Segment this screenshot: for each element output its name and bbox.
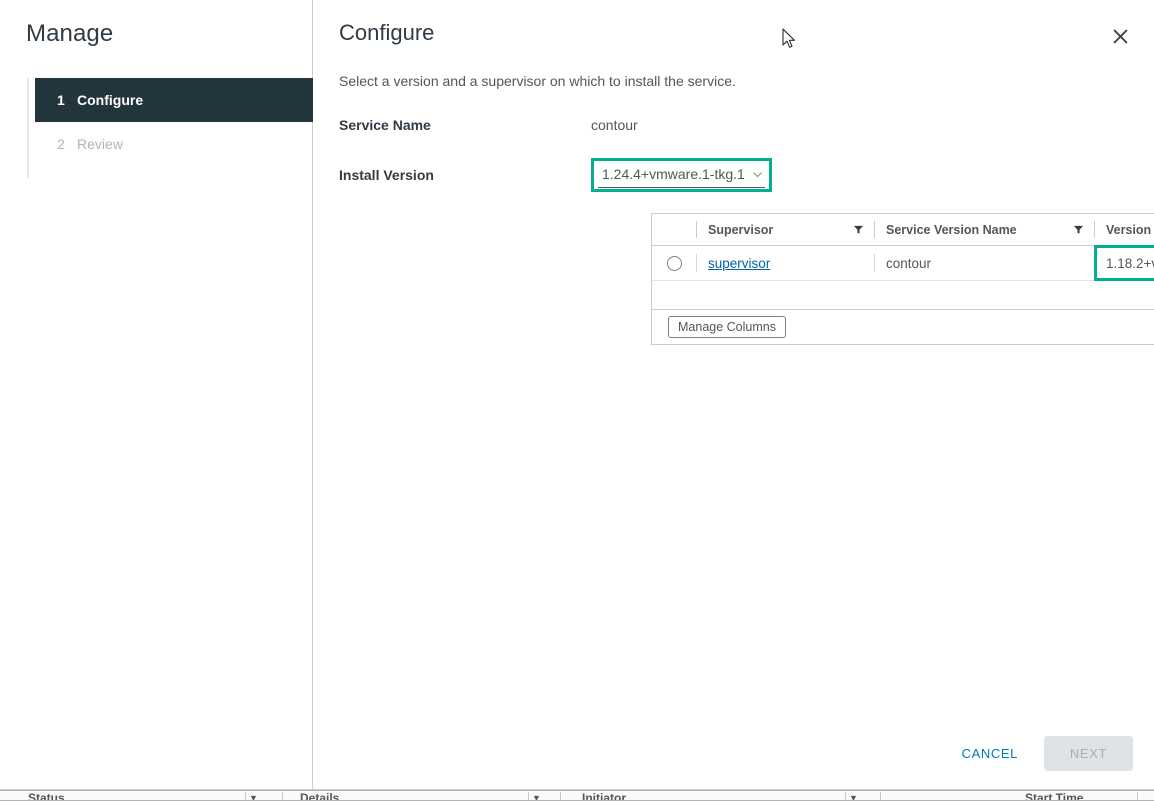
cell-version-text: 1.18.2+vmware.1-tkg.1 bbox=[1106, 255, 1154, 271]
wizard-stepper: 1 Configure 2 Review bbox=[27, 78, 313, 178]
background-column-divider bbox=[845, 792, 846, 800]
install-version-highlight: 1.24.4+vmware.1-tkg.1 bbox=[591, 158, 772, 192]
manage-wizard-modal: Manage 1 Configure 2 Review Configure Se… bbox=[0, 0, 1154, 790]
datagrid-footer: Manage Columns 1 item bbox=[652, 310, 1154, 344]
wizard-step-review[interactable]: 2 Review bbox=[35, 122, 313, 166]
wizard-step-label: Configure bbox=[77, 92, 144, 108]
cell-supervisor: supervisor bbox=[696, 246, 874, 280]
background-column-divider bbox=[245, 792, 246, 800]
next-button[interactable]: NEXT bbox=[1043, 736, 1133, 771]
cell-version: 1.18.2+vmware.1-tkg.1 bbox=[1094, 245, 1154, 281]
datagrid-header-version: Version bbox=[1094, 214, 1154, 245]
supervisors-datagrid: Supervisor Service Version Name Version bbox=[651, 213, 1154, 345]
install-version-row: Install Version 1.24.4+vmware.1-tkg.1 bbox=[339, 158, 1099, 192]
datagrid-header-select bbox=[652, 214, 696, 245]
mouse-pointer-icon bbox=[782, 28, 795, 48]
supervisor-link[interactable]: supervisor bbox=[708, 256, 770, 271]
service-name-row: Service Name contour bbox=[339, 117, 1099, 133]
background-column-divider bbox=[880, 792, 881, 800]
datagrid-header-row: Supervisor Service Version Name Version bbox=[652, 214, 1154, 246]
stepper-rail bbox=[27, 78, 29, 178]
row-select-cell bbox=[652, 246, 696, 280]
page-title: Manage bbox=[26, 20, 114, 47]
datagrid-header-service-version-name: Service Version Name bbox=[874, 214, 1094, 245]
install-version-select[interactable]: 1.24.4+vmware.1-tkg.1 bbox=[598, 163, 765, 188]
row-radio-button[interactable] bbox=[666, 255, 682, 271]
column-header-label: Service Version Name bbox=[886, 222, 1017, 237]
install-version-label: Install Version bbox=[339, 167, 434, 183]
chevron-down-icon bbox=[753, 171, 762, 177]
filter-icon[interactable] bbox=[853, 224, 864, 235]
wizard-step-number: 2 bbox=[57, 136, 65, 152]
column-header-label: Supervisor bbox=[708, 222, 774, 237]
cell-service-version-name: contour bbox=[874, 246, 1094, 280]
background-column-divider bbox=[1137, 792, 1138, 800]
wizard-nav-pane: Manage 1 Configure 2 Review bbox=[0, 0, 313, 789]
table-row[interactable]: supervisor contour 1.18.2+vmware.1-tkg.1… bbox=[652, 245, 1154, 281]
filter-icon[interactable] bbox=[1073, 224, 1084, 235]
background-column-start-time: Start Time bbox=[1025, 791, 1084, 801]
datagrid-empty-spacer bbox=[652, 281, 1154, 310]
filter-icon: ▼ bbox=[532, 793, 541, 801]
wizard-step-label: Review bbox=[77, 136, 123, 152]
background-column-divider bbox=[282, 792, 283, 800]
cancel-button[interactable]: CANCEL bbox=[948, 738, 1032, 769]
manage-columns-button[interactable]: Manage Columns bbox=[668, 316, 786, 338]
content-title: Configure bbox=[339, 20, 435, 45]
background-table-header: Status ▼ Details ▼ Initiator ▼ Start Tim… bbox=[0, 790, 1154, 801]
background-column-status: Status bbox=[28, 791, 65, 801]
wizard-step-number: 1 bbox=[57, 92, 65, 108]
filter-icon: ▼ bbox=[849, 793, 858, 801]
column-header-label: Version bbox=[1106, 222, 1152, 237]
service-name-label: Service Name bbox=[339, 117, 431, 133]
modal-footer: CANCEL NEXT bbox=[948, 736, 1133, 771]
content-subtitle: Select a version and a supervisor on whi… bbox=[339, 73, 736, 89]
background-column-details: Details bbox=[300, 791, 340, 801]
close-icon[interactable] bbox=[1106, 22, 1134, 50]
service-name-value: contour bbox=[591, 117, 638, 133]
datagrid-header-supervisor: Supervisor bbox=[696, 214, 874, 245]
wizard-step-configure[interactable]: 1 Configure bbox=[35, 78, 313, 122]
background-column-initiator: Initiator bbox=[582, 791, 626, 801]
install-version-selected-value: 1.24.4+vmware.1-tkg.1 bbox=[602, 166, 745, 182]
filter-icon: ▼ bbox=[249, 793, 258, 801]
wizard-content-pane: Configure Select a version and a supervi… bbox=[313, 0, 1154, 789]
background-column-divider bbox=[528, 792, 529, 800]
background-column-divider bbox=[560, 792, 561, 800]
